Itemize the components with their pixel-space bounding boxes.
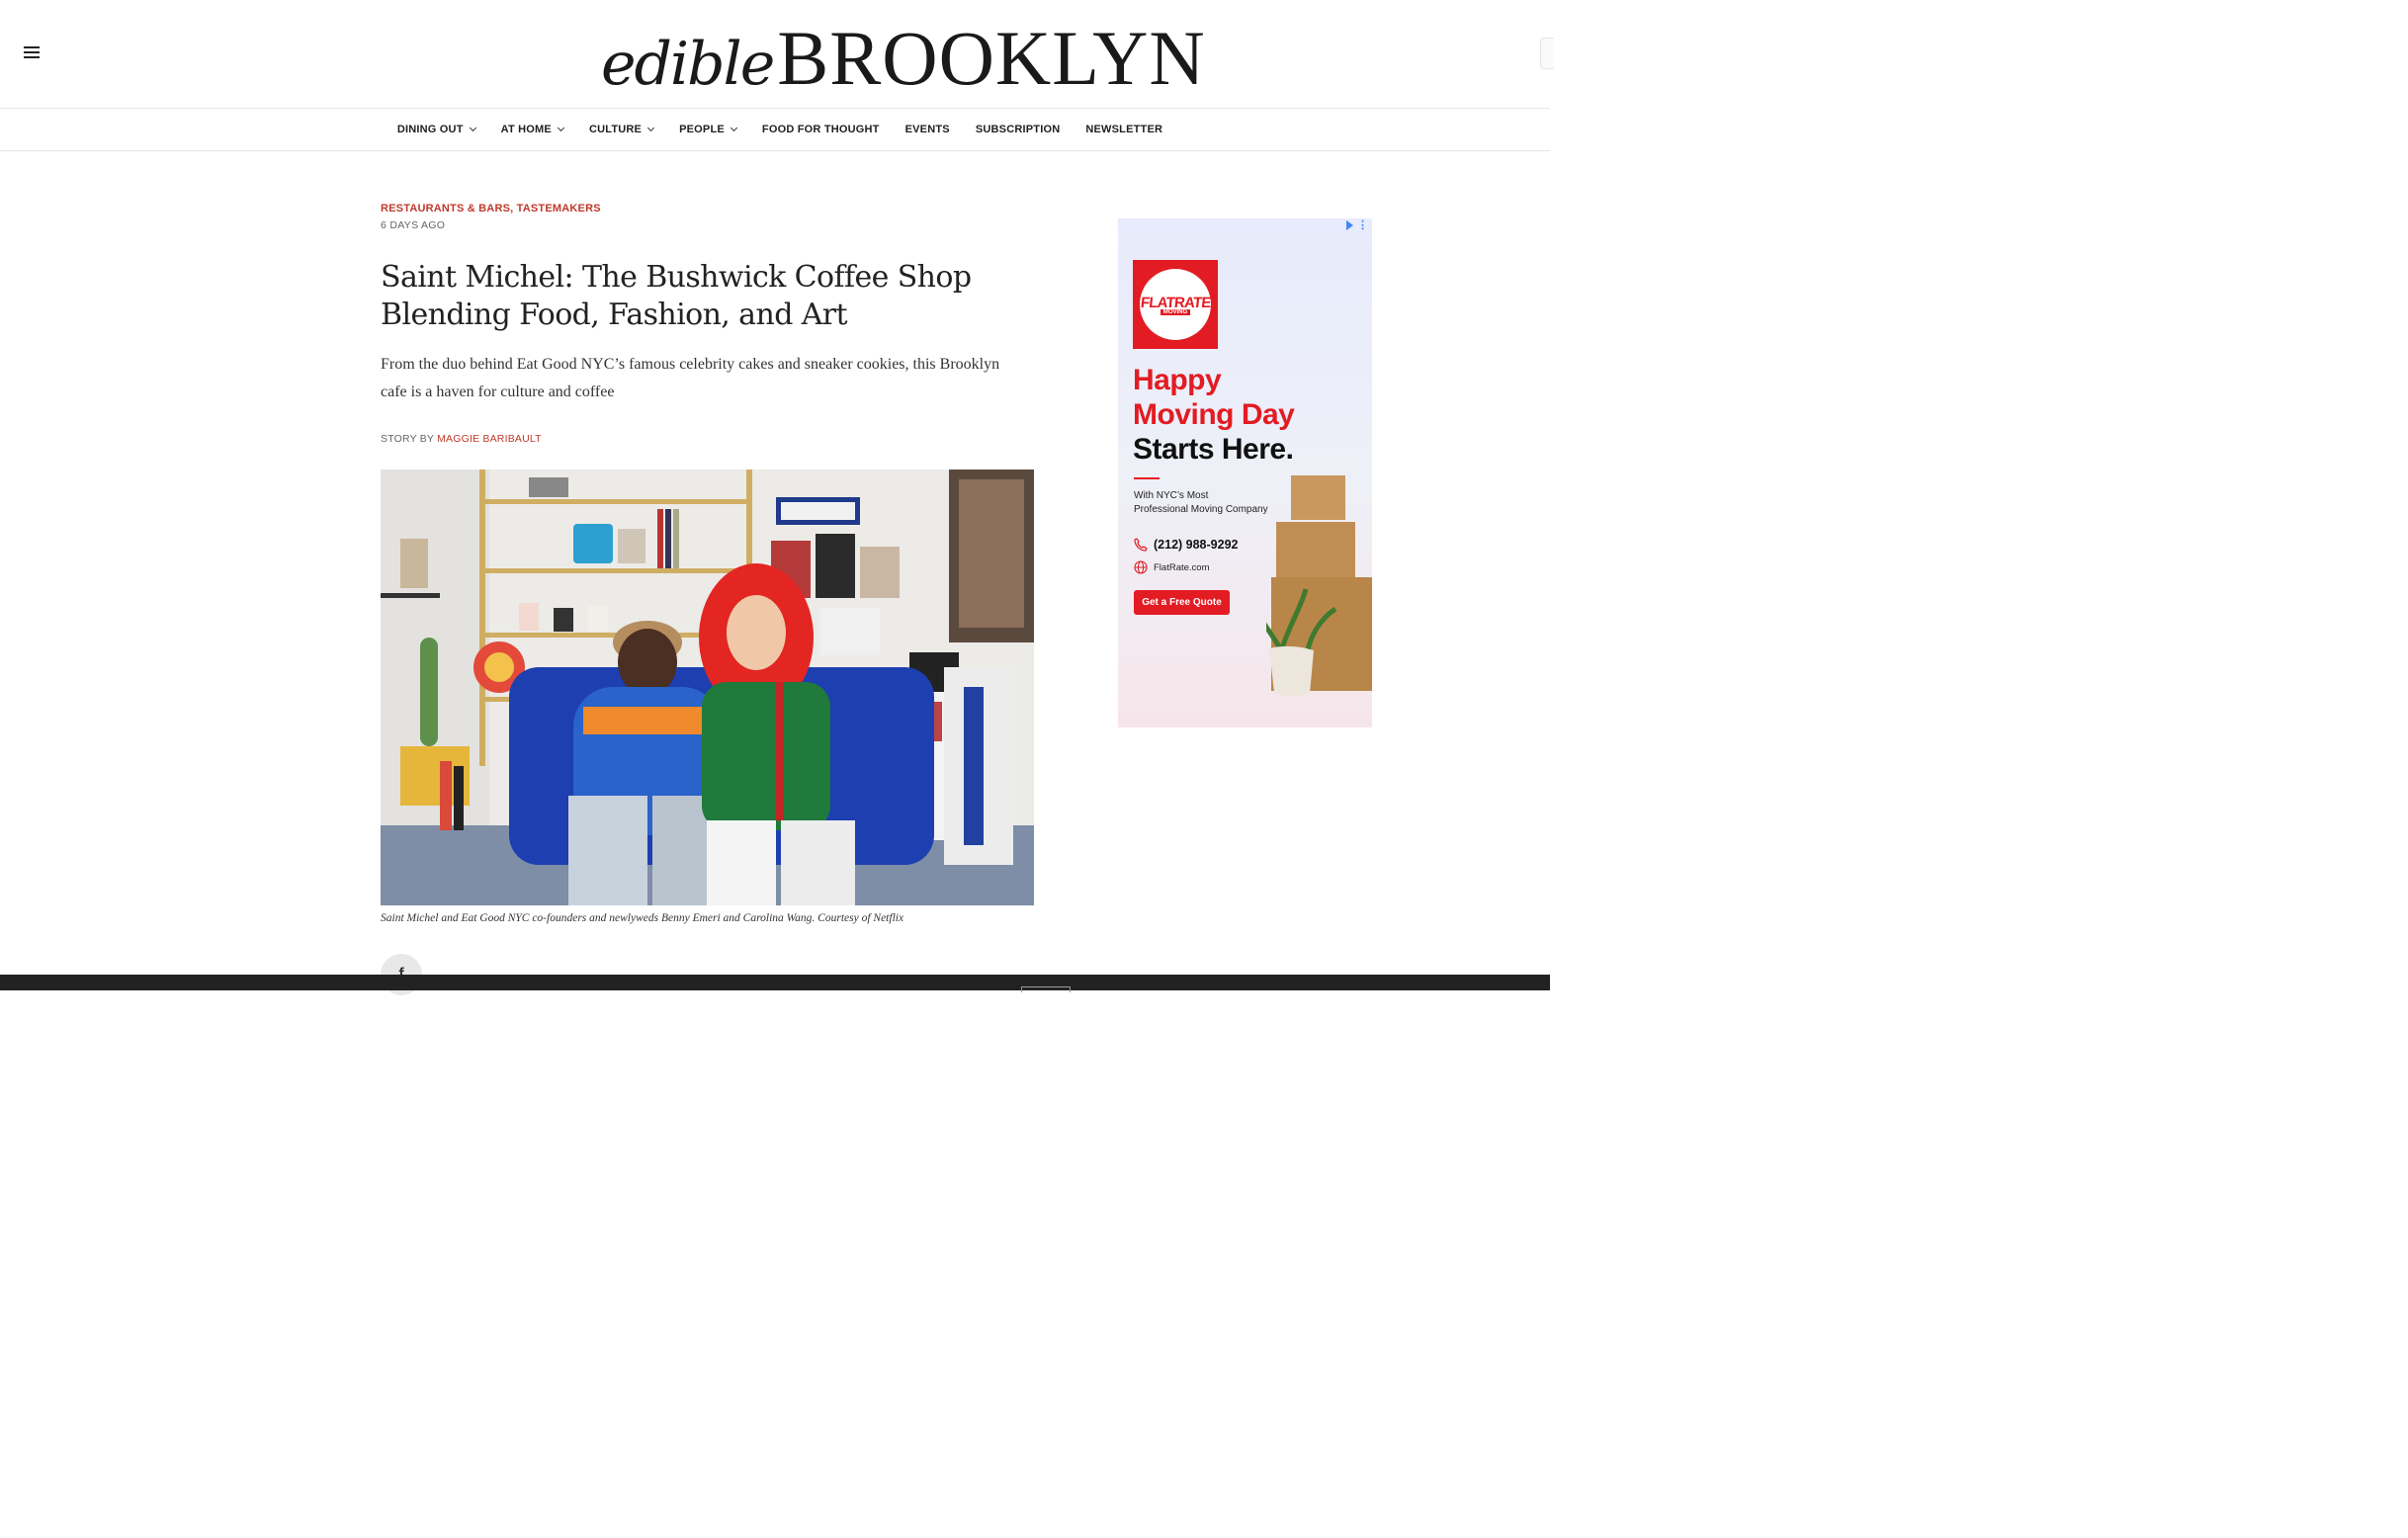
nav-item-dining-out[interactable]: DINING OUT	[396, 124, 476, 135]
article-dek-line2: cafe is a haven for culture and coffee	[381, 384, 615, 400]
nav-item-label: AT HOME	[500, 124, 552, 135]
phone-icon	[1134, 538, 1148, 552]
chevron-down-icon	[730, 124, 737, 132]
nav-item-culture[interactable]: CULTURE	[588, 124, 655, 135]
article-title-line1: Saint Michel: The Bushwick Coffee Shop	[381, 260, 972, 295]
main-nav: DINING OUT AT HOME CULTURE PEOPLE FOOD FOR T…	[0, 109, 1550, 151]
nav-item-people[interactable]: PEOPLE	[679, 124, 737, 135]
ad-brand-name: FLATRATE	[1139, 294, 1212, 311]
ad-website[interactable]: FlatRate.com	[1134, 560, 1210, 574]
article-title-line2: Blending Food, Fashion, and Art	[381, 298, 848, 332]
category-link-restaurants-bars[interactable]: RESTAURANTS & BARS	[381, 203, 510, 214]
advertisement[interactable]: ⋮ FLATRATE MOVING Happy Moving Day Start…	[1118, 218, 1372, 727]
ad-boxes-illustration	[1266, 475, 1372, 697]
chevron-down-icon	[557, 124, 564, 132]
author-link[interactable]: MAGGIE BARIBAULT	[437, 433, 542, 445]
search-toggle[interactable]	[1540, 38, 1554, 69]
site-header: edible BROOKLYN	[0, 0, 1554, 109]
nav-item-label: FOOD FOR THOUGHT	[761, 124, 880, 135]
byline-prefix: STORY BY	[381, 433, 434, 445]
article-date: 6 DAYS AGO	[381, 219, 446, 231]
nav-item-label: NEWSLETTER	[1085, 124, 1163, 135]
ad-cta-button[interactable]: Get a Free Quote	[1134, 590, 1230, 615]
nav-item-newsletter[interactable]: NEWSLETTER	[1085, 124, 1162, 135]
chevron-down-icon	[469, 124, 476, 132]
hero-photo-illustration	[381, 470, 1034, 905]
logo-edible: edible	[601, 30, 775, 99]
ad-phone[interactable]: (212) 988-9292	[1134, 538, 1238, 552]
nav-item-label: EVENTS	[904, 124, 950, 135]
ad-choices-icon	[1346, 220, 1353, 230]
ad-brand-logo: FLATRATE MOVING	[1133, 260, 1218, 349]
ad-subheadline: With NYC’s Most Professional Moving Comp…	[1134, 490, 1268, 515]
hamburger-icon[interactable]	[24, 43, 45, 63]
chevron-down-icon	[647, 124, 655, 132]
article-dek-line1: From the duo behind Eat Good NYC’s famou…	[381, 356, 1000, 373]
ad-options-icon[interactable]: ⋮	[1357, 220, 1368, 231]
article-dek: From the duo behind Eat Good NYC’s famou…	[381, 351, 1023, 406]
logo-brooklyn: BROOKLYN	[777, 15, 1206, 101]
nav-item-events[interactable]: EVENTS	[905, 124, 950, 135]
article-categories: RESTAURANTS & BARS, TASTEMAKERS	[381, 203, 1035, 214]
nav-item-label: SUBSCRIPTION	[975, 124, 1061, 135]
nav-item-label: PEOPLE	[679, 124, 725, 135]
nav-item-label: DINING OUT	[396, 124, 464, 135]
site-logo[interactable]: edible BROOKLYN	[601, 14, 1206, 101]
ad-headline-red: Happy Moving Day	[1133, 364, 1295, 431]
article-byline: STORY BY MAGGIE BARIBAULT	[381, 433, 1035, 445]
article-title: Saint Michel: The Bushwick Coffee Shop B…	[381, 259, 1035, 334]
footer-bar	[0, 975, 1550, 992]
nav-list: DINING OUT AT HOME CULTURE PEOPLE FOOD FOR T…	[385, 124, 1175, 135]
nav-item-subscription[interactable]: SUBSCRIPTION	[976, 124, 1061, 135]
ad-choices[interactable]: ⋮	[1346, 220, 1368, 231]
globe-icon	[1134, 560, 1148, 574]
hero-caption: Saint Michel and Eat Good NYC co-founder…	[381, 912, 904, 924]
ad-divider	[1134, 477, 1160, 479]
article-header: RESTAURANTS & BARS, TASTEMAKERS 6 DAYS A…	[381, 203, 1035, 445]
category-link-tastemakers[interactable]: TASTEMAKERS	[517, 203, 601, 214]
nav-item-at-home[interactable]: AT HOME	[500, 124, 564, 135]
nav-item-food-for-thought[interactable]: FOOD FOR THOUGHT	[762, 124, 880, 135]
footer-widget[interactable]	[1021, 986, 1071, 992]
nav-item-label: CULTURE	[588, 124, 643, 135]
hero-image[interactable]	[381, 470, 1034, 905]
ad-headline-black: Starts Here.	[1133, 433, 1294, 466]
